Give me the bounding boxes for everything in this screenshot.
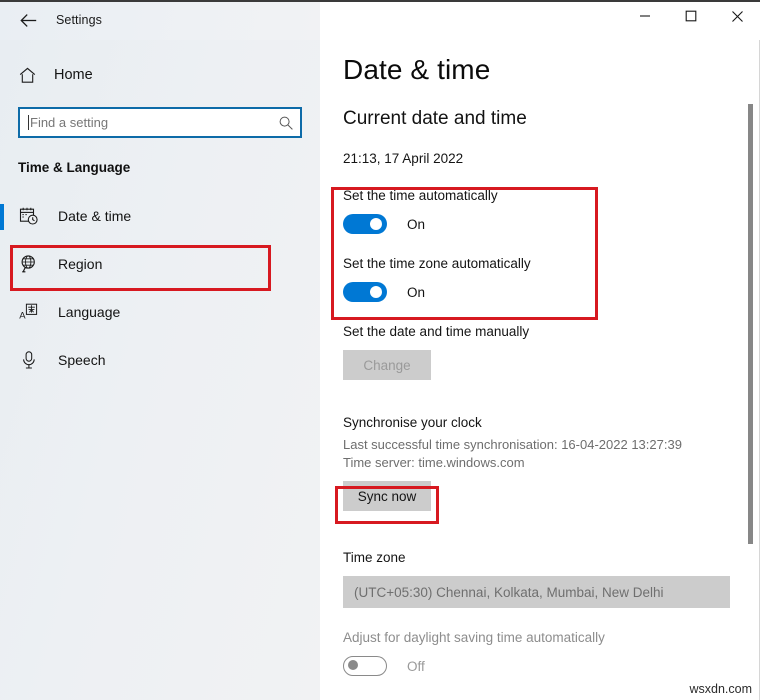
sidebar-item-language[interactable]: A Language <box>0 288 320 336</box>
set-time-automatically-toggle[interactable] <box>343 214 387 234</box>
sidebar-item-region-label: Region <box>58 256 103 272</box>
change-button[interactable]: Change <box>343 350 431 380</box>
sidebar-item-date-time[interactable]: Date & time <box>0 192 320 240</box>
settings-window: Settings Home Find a setting Time & Lang… <box>0 0 760 700</box>
watermark: wsxdn.com <box>689 682 752 696</box>
sidebar: Home Time & Language <box>0 40 320 700</box>
dst-label: Adjust for daylight saving time automati… <box>343 630 605 645</box>
window-title: Settings <box>56 13 102 27</box>
title-bar-divider-right <box>320 0 760 2</box>
set-timezone-automatically-state: On <box>407 284 426 300</box>
sync-now-button[interactable]: Sync now <box>343 481 431 511</box>
selection-indicator <box>0 204 4 230</box>
toggle-knob <box>370 218 382 230</box>
main-content: Date & time Current date and time 21:13,… <box>320 40 760 700</box>
window-body: Home Time & Language <box>0 40 760 700</box>
search-input[interactable] <box>29 109 272 136</box>
maximize-button[interactable] <box>668 0 714 32</box>
sidebar-nav-list: Date & time Region A Language Speech <box>0 192 320 384</box>
current-date-time-heading: Current date and time <box>343 108 527 129</box>
current-date-time-value: 21:13, 17 April 2022 <box>343 151 464 166</box>
svg-text:A: A <box>19 311 26 322</box>
toggle-knob <box>348 660 358 670</box>
search-icon[interactable] <box>272 109 300 136</box>
title-bar-left: Settings <box>0 0 320 40</box>
scrollbar-thumb[interactable] <box>748 104 753 544</box>
sidebar-item-home-label: Home <box>54 67 93 83</box>
home-icon <box>17 65 37 85</box>
synchronise-clock-heading: Synchronise your clock <box>343 415 482 430</box>
content-inner: Date & time Current date and time 21:13,… <box>320 40 760 676</box>
last-sync-text: Last successful time synchronisation: 16… <box>343 437 682 452</box>
content-scrollbar[interactable] <box>744 40 756 700</box>
close-button[interactable] <box>714 0 760 32</box>
microphone-icon <box>18 349 40 371</box>
dst-row: Off <box>343 656 720 676</box>
globe-icon <box>18 253 40 275</box>
search-box[interactable] <box>18 107 302 138</box>
set-time-automatically-state: On <box>407 216 426 232</box>
set-timezone-automatically-toggle[interactable] <box>343 282 387 302</box>
toggle-knob <box>370 286 382 298</box>
sidebar-item-speech-label: Speech <box>58 352 106 368</box>
set-timezone-automatically-row: On <box>343 282 720 302</box>
sidebar-item-region[interactable]: Region <box>0 240 320 288</box>
set-time-automatically-label: Set the time automatically <box>343 188 498 203</box>
page-title: Date & time <box>343 54 491 85</box>
sidebar-item-language-label: Language <box>58 304 121 320</box>
calendar-clock-icon <box>18 205 40 227</box>
language-icon: A <box>18 301 40 323</box>
title-bar-divider-left <box>0 0 320 2</box>
time-zone-select[interactable]: (UTC+05:30) Chennai, Kolkata, Mumbai, Ne… <box>343 576 730 608</box>
set-timezone-automatically-label: Set the time zone automatically <box>343 256 531 271</box>
back-button[interactable] <box>6 4 50 36</box>
change-button-wrap: Change <box>343 350 720 380</box>
dst-toggle[interactable] <box>343 656 387 676</box>
set-date-time-manually-label: Set the date and time manually <box>343 324 530 339</box>
title-bar-right <box>320 0 760 40</box>
title-bar: Settings <box>0 0 760 40</box>
minimize-button[interactable] <box>622 0 668 32</box>
sync-now-button-wrap: Sync now <box>343 481 720 511</box>
dst-state: Off <box>407 658 425 674</box>
sidebar-item-date-time-label: Date & time <box>58 208 132 224</box>
sidebar-item-speech[interactable]: Speech <box>0 336 320 384</box>
sidebar-section-title: Time & Language <box>18 160 131 175</box>
sidebar-item-home[interactable]: Home <box>0 58 320 92</box>
time-server-text: Time server: time.windows.com <box>343 455 525 470</box>
time-zone-heading: Time zone <box>343 550 406 565</box>
set-time-automatically-row: On <box>343 214 720 234</box>
